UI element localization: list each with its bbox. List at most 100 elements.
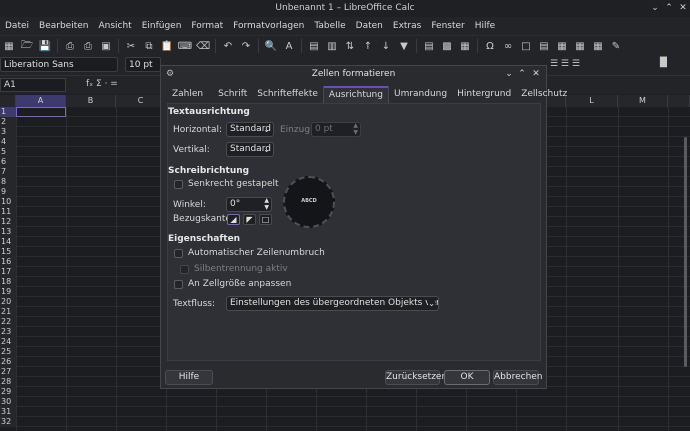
sort-descending-icon[interactable]: ↓ [379,39,393,53]
row-header[interactable]: 28 [0,377,16,387]
reset-button[interactable]: Zurücksetzen [385,370,447,385]
row-header[interactable]: 16 [0,257,16,267]
new-spreadsheet-icon[interactable]: ▦ [2,39,16,53]
row-header[interactable]: 3 [0,127,16,137]
minimize-icon[interactable]: ⌄ [648,0,662,17]
row-header[interactable]: 10 [0,197,16,207]
sort-icon[interactable]: ⇅ [343,39,357,53]
menu-bearbeiten[interactable]: Bearbeiten [34,21,93,31]
dialog-maximize-icon[interactable]: ⌃ [516,66,528,83]
function-wizard-icon[interactable]: fₓ Σ · = [86,79,118,89]
indent-spinbox[interactable]: 0 pt ▲ ▼ [311,122,361,137]
ok-button[interactable]: OK [444,370,490,385]
row-header[interactable]: 23 [0,327,16,337]
row-header[interactable]: 25 [0,347,16,357]
shrink-to-fit-checkbox[interactable] [174,280,183,289]
hyphenation-checkbox[interactable] [180,265,189,274]
row-header[interactable]: 27 [0,367,16,377]
row-header[interactable]: 14 [0,237,16,247]
menu-ansicht[interactable]: Ansicht [93,21,136,31]
vertical-select[interactable]: Standard ⌄ [226,142,274,157]
close-icon[interactable]: ✕ [676,0,690,17]
menu-hilfe[interactable]: Hilfe [470,21,500,31]
menu-datei[interactable]: Datei [0,21,34,31]
row-header[interactable]: 18 [0,277,16,287]
insert-chart-icon[interactable]: ▩ [440,39,454,53]
help-button[interactable]: Hilfe [165,370,213,385]
row-header[interactable]: 24 [0,337,16,347]
row-header[interactable]: 15 [0,247,16,257]
row-header[interactable]: 5 [0,147,16,157]
row-header[interactable]: 1 [0,107,16,117]
find-replace-icon[interactable]: 🔍 [264,39,278,53]
redo-icon[interactable]: ↷ [239,39,253,53]
vertical-scrollbar[interactable] [683,107,689,431]
row-header[interactable]: 2 [0,117,16,127]
tab-umrandung[interactable]: Umrandung [389,86,452,103]
row-header[interactable]: 22 [0,317,16,327]
split-window-icon[interactable]: ▦ [591,39,605,53]
font-size-box[interactable]: 10 pt [125,57,161,72]
row-header[interactable]: 8 [0,177,16,187]
row-header[interactable]: 7 [0,167,16,177]
selected-cell-a1[interactable] [16,107,66,117]
column-icon[interactable]: ▥ [325,39,339,53]
tab-schrift[interactable]: Schrift [208,86,252,103]
maximize-icon[interactable]: ⌃ [662,0,676,17]
sort-ascending-icon[interactable]: ↑ [361,39,375,53]
column-header-b[interactable]: B [66,95,116,107]
row-header[interactable]: 6 [0,157,16,167]
rotation-dial[interactable]: ABCD [283,176,335,228]
spelling-icon[interactable]: A [282,39,296,53]
align-icons[interactable]: ☰ ☰ ☰ [550,59,580,69]
row-header[interactable]: 21 [0,307,16,317]
row-header[interactable]: 31 [0,407,16,417]
font-name-box[interactable]: Liberation Sans [0,57,118,72]
print-icon[interactable]: ⎙ [81,39,95,53]
row-header[interactable]: 20 [0,297,16,307]
row-header[interactable]: 13 [0,227,16,237]
column-header-l[interactable]: L [566,95,618,107]
row-header[interactable]: 26 [0,357,16,367]
insert-image-icon[interactable]: ▤ [422,39,436,53]
row-header[interactable]: 4 [0,137,16,147]
row-header[interactable]: 29 [0,387,16,397]
menu-daten[interactable]: Daten [351,21,388,31]
tab-ausrichtung[interactable]: Ausrichtung [322,86,389,104]
reference-edge-top-button[interactable]: ◤ [243,214,256,225]
name-box[interactable]: A1 [0,78,66,92]
menu-einfuegen[interactable]: Einfügen [137,21,187,31]
column-header-c[interactable]: C [116,95,166,107]
pivot-table-icon[interactable]: ▦ [458,39,472,53]
menu-fenster[interactable]: Fenster [426,21,469,31]
copy-icon[interactable]: ⧉ [142,39,156,53]
horizontal-select[interactable]: Standard ⌄ [226,122,274,137]
row-header[interactable]: 9 [0,187,16,197]
show-draw-functions-icon[interactable]: ✎ [609,39,623,53]
row-header[interactable]: 11 [0,207,16,217]
row-header[interactable]: 12 [0,217,16,227]
cut-icon[interactable]: ✂ [124,39,138,53]
column-header-m[interactable]: M [618,95,668,107]
header-footer-icon[interactable]: ▤ [537,39,551,53]
row-icon[interactable]: ▤ [307,39,321,53]
special-character-icon[interactable]: Ω [483,39,497,53]
angle-spinbox[interactable]: 0° ▲ ▼ [226,197,272,212]
clone-formatting-icon[interactable]: ⌨ [178,39,192,53]
tab-hintergrund[interactable]: Hintergrund [452,86,516,103]
dialog-minimize-icon[interactable]: ⌄ [503,66,515,83]
wrap-text-checkbox[interactable] [174,249,183,258]
dialog-close-icon[interactable]: ✕ [530,66,542,83]
reference-edge-bottom-button[interactable]: ◢ [227,214,240,225]
row-header[interactable]: 17 [0,267,16,277]
hyperlink-icon[interactable]: ∞ [501,39,515,53]
export-pdf-icon[interactable]: ⎙ [63,39,77,53]
select-all-corner[interactable] [0,95,16,107]
cancel-button[interactable]: Abbrechen [493,370,543,385]
reference-edge-inside-button[interactable]: □ [259,214,272,225]
row-header[interactable]: 32 [0,417,16,427]
freeze-rows-icon[interactable]: ▦ [573,39,587,53]
column-header-a[interactable]: A [16,95,66,107]
clear-formatting-icon[interactable]: ⌫ [196,39,210,53]
paste-icon[interactable]: 📋 [160,39,174,53]
